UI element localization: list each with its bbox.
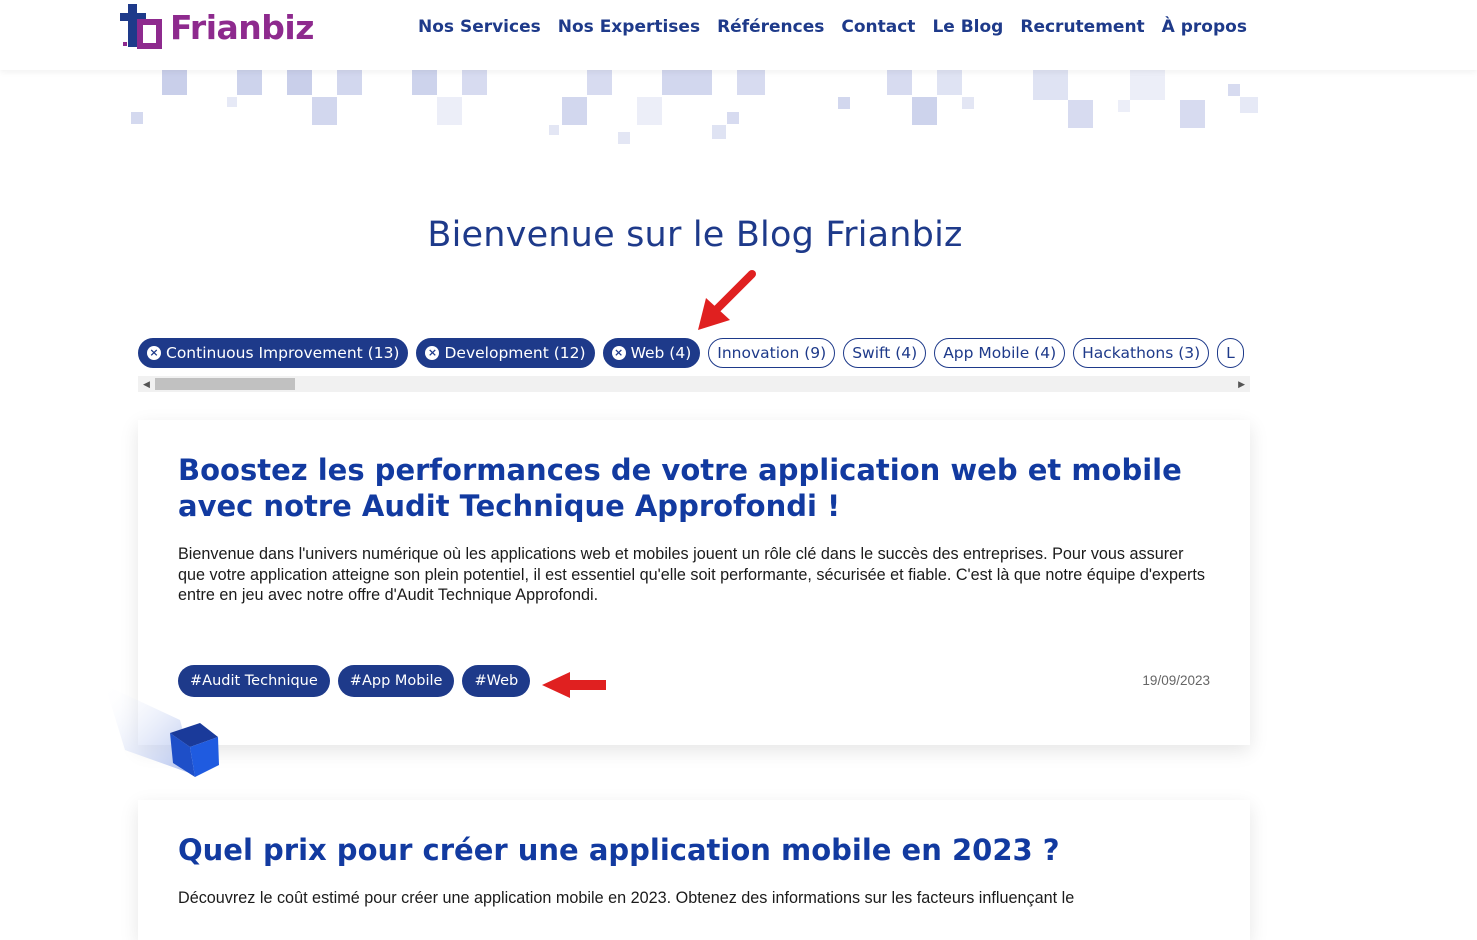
filter-chip-more[interactable]: L (1217, 338, 1244, 368)
main-nav: Nos Services Nos Expertises Références C… (418, 17, 1264, 37)
close-icon[interactable]: × (147, 346, 161, 360)
filter-chip-app-mobile[interactable]: App Mobile (4) (934, 338, 1066, 368)
site-header: Frianbiz Nos Services Nos Expertises Réf… (0, 0, 1477, 70)
filter-chip-swift[interactable]: Swift (4) (843, 338, 927, 368)
blog-post-card[interactable]: Quel prix pour créer une application mob… (138, 800, 1250, 940)
chip-label: Web (4) (630, 344, 692, 362)
post-date: 19/09/2023 (1142, 673, 1210, 688)
logo[interactable]: Frianbiz (118, 4, 314, 50)
close-icon[interactable]: × (611, 346, 626, 360)
arrow-annotation (698, 270, 756, 330)
category-filter-bar: × Continuous Improvement (13) × Developmen… (138, 338, 1250, 370)
nav-a-propos[interactable]: À propos (1162, 17, 1247, 37)
nav-references[interactable]: Références (717, 17, 824, 37)
tag-web[interactable]: #Web (462, 665, 531, 697)
filter-chip-development[interactable]: × Development (12) (416, 338, 595, 368)
post-title[interactable]: Quel prix pour créer une application mob… (178, 832, 1210, 868)
logo-text: Frianbiz (170, 7, 314, 47)
post-excerpt: Bienvenue dans l'univers numérique où le… (178, 545, 1206, 604)
filter-chip-hackathons[interactable]: Hackathons (3) (1073, 338, 1210, 368)
blog-post-card[interactable]: Boostez les performances de votre applic… (138, 420, 1250, 745)
post-title[interactable]: Boostez les performances de votre applic… (178, 452, 1210, 524)
page-title: Bienvenue sur le Blog Frianbiz (427, 215, 963, 256)
post-tags: #Audit Technique #App Mobile #Web (178, 665, 531, 697)
pixel-decoration (0, 70, 1300, 150)
filter-chip-continuous-improvement[interactable]: × Continuous Improvement (13) (138, 338, 409, 368)
scroll-thumb[interactable] (155, 378, 295, 390)
chip-label: Development (12) (444, 344, 586, 362)
nav-contact[interactable]: Contact (841, 17, 915, 37)
scroll-left-icon[interactable]: ◀ (143, 379, 150, 390)
chip-label: Continuous Improvement (13) (166, 344, 400, 362)
scroll-right-icon[interactable]: ▶ (1238, 379, 1245, 390)
nav-nos-services[interactable]: Nos Services (418, 17, 541, 37)
arrow-annotation (542, 672, 606, 698)
post-excerpt: Découvrez le coût estimé pour créer une … (178, 889, 1075, 907)
cube-decoration (105, 685, 219, 777)
logo-icon (120, 4, 162, 49)
close-icon[interactable]: × (425, 346, 440, 360)
nav-le-blog[interactable]: Le Blog (932, 17, 1003, 37)
nav-nos-expertises[interactable]: Nos Expertises (558, 17, 700, 37)
tag-app-mobile[interactable]: #App Mobile (337, 665, 455, 697)
filter-chip-innovation[interactable]: Innovation (9) (708, 338, 836, 368)
horizontal-scrollbar[interactable]: ◀ ▶ (138, 376, 1250, 392)
filter-chip-web[interactable]: × Web (4) (602, 338, 701, 368)
nav-recrutement[interactable]: Recrutement (1020, 17, 1144, 37)
